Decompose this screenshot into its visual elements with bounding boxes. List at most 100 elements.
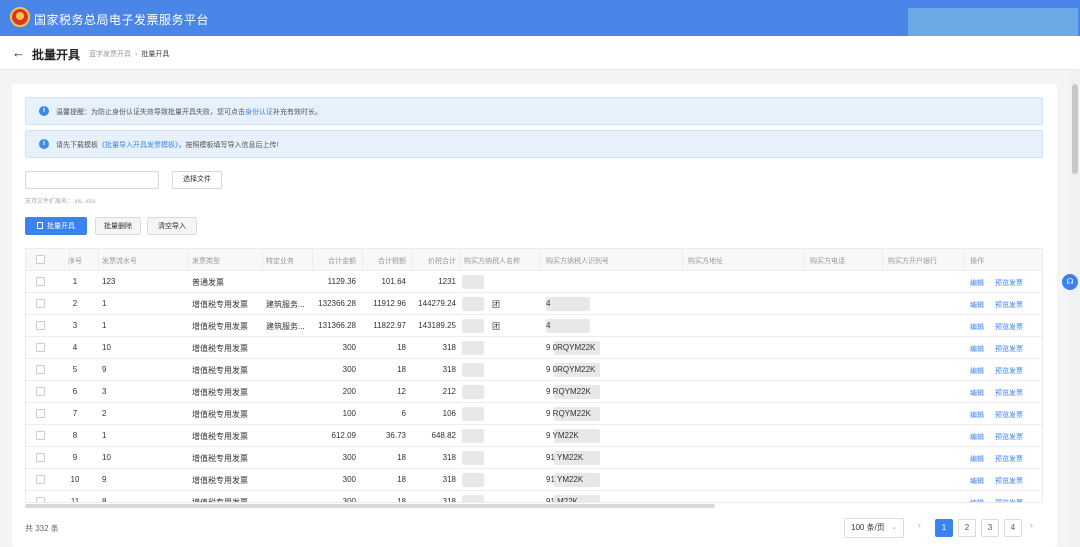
row-checkbox[interactable] bbox=[36, 343, 45, 352]
edit-link[interactable]: 编辑 bbox=[970, 432, 984, 442]
table-row: 1 123 普通发票 1129.36 101.64 1231 编辑 预览发票 bbox=[26, 271, 1042, 293]
cell-amount: 200 bbox=[342, 387, 356, 396]
cell-flow: 9 bbox=[102, 365, 107, 374]
col-buyer-address: 购买方地址 bbox=[688, 258, 723, 265]
cell-buyer-id: 9 0RQYM22K bbox=[546, 343, 596, 352]
edit-link[interactable]: 编辑 bbox=[970, 388, 984, 398]
page-3-button[interactable]: 3 bbox=[981, 519, 999, 537]
cell-total: 143189.25 bbox=[418, 321, 456, 330]
masked-buyer-name bbox=[462, 363, 484, 377]
row-checkbox[interactable] bbox=[36, 321, 45, 330]
headset-support-icon[interactable]: ☊ bbox=[1062, 274, 1078, 290]
column-divider bbox=[964, 249, 965, 271]
clear-import-button[interactable]: 清空导入 bbox=[147, 217, 197, 235]
edit-link[interactable]: 编辑 bbox=[970, 322, 984, 332]
masked-buyer-id bbox=[546, 297, 590, 311]
cell-buyer-name: 团 bbox=[492, 322, 500, 331]
edit-link[interactable]: 编辑 bbox=[970, 366, 984, 376]
cell-tax: 18 bbox=[397, 475, 406, 484]
info-icon: i bbox=[39, 139, 49, 149]
cell-amount: 300 bbox=[342, 365, 356, 374]
masked-buyer-name bbox=[462, 341, 484, 355]
cell-amount: 300 bbox=[342, 453, 356, 462]
preview-invoice-link[interactable]: 预览发票 bbox=[995, 278, 1023, 288]
cell-tax: 12 bbox=[397, 387, 406, 396]
cell-biz: 建筑服务... bbox=[266, 322, 305, 331]
row-checkbox[interactable] bbox=[36, 409, 45, 418]
cell-total: 212 bbox=[442, 387, 456, 396]
cell-type: 增值税专用发票 bbox=[192, 388, 248, 397]
row-checkbox[interactable] bbox=[36, 431, 45, 440]
preview-invoice-link[interactable]: 预览发票 bbox=[995, 344, 1023, 354]
edit-link[interactable]: 编辑 bbox=[970, 278, 984, 288]
table-header: 序号 发票流水号 发票类型 特定业务 合计金额 合计税额 价税合计 购买方纳税人… bbox=[26, 249, 1042, 271]
template-download-link[interactable]: 《批量导入开具发票模板》 bbox=[98, 142, 179, 149]
cell-flow: 10 bbox=[102, 453, 111, 462]
page-4-button[interactable]: 4 bbox=[1004, 519, 1022, 537]
page-1-button[interactable]: 1 bbox=[935, 519, 953, 537]
column-divider bbox=[804, 249, 805, 271]
batch-delete-button[interactable]: 批量删除 bbox=[95, 217, 141, 235]
masked-buyer-id bbox=[546, 319, 590, 333]
cell-type: 增值税专用发票 bbox=[192, 410, 248, 419]
table-row: 5 9 增值税专用发票 300 18 318 9 0RQYM22K 编辑 预览发票 bbox=[26, 359, 1042, 381]
row-checkbox[interactable] bbox=[36, 387, 45, 396]
page-size-select[interactable]: 100 条/页 ⌄ bbox=[844, 518, 904, 538]
alert-text-end: ，按照模板填写导入信息后上传! bbox=[178, 142, 279, 149]
choose-file-button[interactable]: 选择文件 bbox=[172, 171, 222, 189]
breadcrumb-separator-icon: › bbox=[135, 51, 138, 58]
column-divider bbox=[540, 249, 541, 271]
breadcrumb-item-blue-invoice[interactable]: 蓝字发票开具 bbox=[89, 51, 131, 58]
preview-invoice-link[interactable]: 预览发票 bbox=[995, 388, 1023, 398]
page-2-button[interactable]: 2 bbox=[958, 519, 976, 537]
cell-tax: 18 bbox=[397, 365, 406, 374]
masked-buyer-name bbox=[462, 495, 484, 502]
scrollbar-thumb[interactable] bbox=[1072, 84, 1078, 174]
edit-link[interactable]: 编辑 bbox=[970, 344, 984, 354]
batch-issue-button[interactable]: 批量开具 bbox=[25, 217, 87, 235]
row-checkbox[interactable] bbox=[36, 277, 45, 286]
file-name-input[interactable] bbox=[25, 171, 159, 189]
cell-buyer-id: 91 YM22K bbox=[546, 475, 584, 484]
edit-link[interactable]: 编辑 bbox=[970, 454, 984, 464]
cell-buyer-id: 9 RQYM22K bbox=[546, 409, 591, 418]
cell-seq: 9 bbox=[72, 453, 78, 462]
cell-seq: 8 bbox=[72, 431, 78, 440]
horizontal-scrollbar[interactable] bbox=[25, 503, 1043, 509]
column-divider bbox=[188, 249, 189, 271]
vertical-scrollbar[interactable] bbox=[1071, 70, 1079, 547]
col-biz: 特定业务 bbox=[266, 258, 294, 265]
col-type: 发票类型 bbox=[192, 258, 220, 265]
cell-total: 106 bbox=[442, 409, 456, 418]
edit-link[interactable]: 编辑 bbox=[970, 300, 984, 310]
alert-text: 温馨提醒：为防止身份认证失效导致批量开具失败，您可点击 bbox=[56, 109, 245, 116]
select-all-checkbox[interactable] bbox=[36, 255, 45, 264]
next-page-icon[interactable]: › bbox=[1030, 520, 1033, 530]
scrollbar-thumb[interactable] bbox=[25, 504, 715, 508]
preview-invoice-link[interactable]: 预览发票 bbox=[995, 454, 1023, 464]
row-checkbox[interactable] bbox=[36, 365, 45, 374]
cell-seq: 1 bbox=[72, 277, 78, 286]
cell-buyer-id: 9 YM22K bbox=[546, 431, 579, 440]
masked-buyer-name bbox=[462, 297, 484, 311]
preview-invoice-link[interactable]: 预览发票 bbox=[995, 410, 1023, 420]
preview-invoice-link[interactable]: 预览发票 bbox=[995, 322, 1023, 332]
back-arrow-icon[interactable]: ← bbox=[12, 45, 25, 60]
preview-invoice-link[interactable]: 预览发票 bbox=[995, 432, 1023, 442]
prev-page-icon[interactable]: ‹ bbox=[918, 520, 921, 530]
col-ops: 操作 bbox=[970, 258, 984, 265]
row-checkbox[interactable] bbox=[36, 299, 45, 308]
col-tax: 合计税额 bbox=[378, 258, 406, 265]
col-total: 价税合计 bbox=[428, 258, 456, 265]
preview-invoice-link[interactable]: 预览发票 bbox=[995, 366, 1023, 376]
identity-auth-link[interactable]: 身份认证 bbox=[245, 109, 273, 116]
row-checkbox[interactable] bbox=[36, 475, 45, 484]
edit-link[interactable]: 编辑 bbox=[970, 476, 984, 486]
preview-invoice-link[interactable]: 预览发票 bbox=[995, 476, 1023, 486]
col-buyer-phone: 购买方电话 bbox=[810, 258, 845, 265]
cell-buyer-id: 91 YM22K bbox=[546, 453, 584, 462]
preview-invoice-link[interactable]: 预览发票 bbox=[995, 300, 1023, 310]
edit-link[interactable]: 编辑 bbox=[970, 410, 984, 420]
template-alert: i 请先下载模板《批量导入开具发票模板》，按照模板填写导入信息后上传! bbox=[25, 130, 1043, 158]
row-checkbox[interactable] bbox=[36, 453, 45, 462]
